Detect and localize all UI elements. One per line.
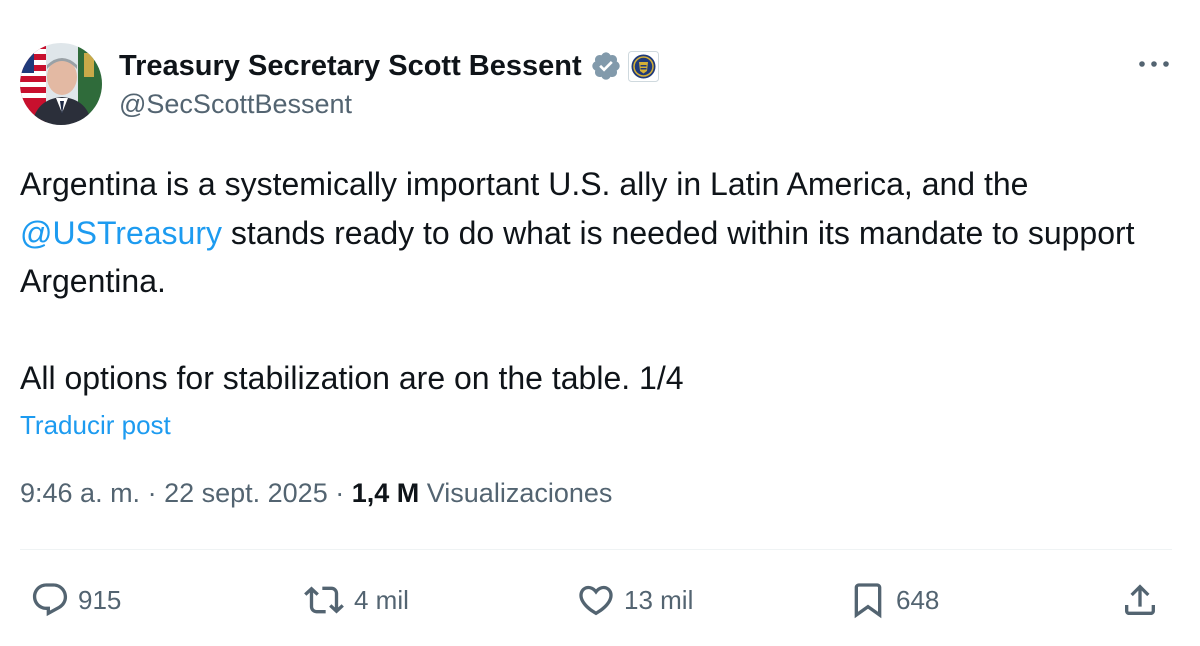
bookmark-button[interactable]: 648: [848, 578, 939, 622]
post-paragraph-1: Argentina is a systemically important U.…: [20, 160, 1180, 306]
bookmark-icon: [848, 580, 888, 620]
share-icon: [1120, 580, 1160, 620]
treasury-seal-icon[interactable]: [627, 50, 659, 82]
post-paragraph-2: All options for stabilization are on the…: [20, 360, 684, 396]
post-text: Argentina is a systemically important U.…: [20, 160, 1180, 403]
author-handle[interactable]: @SecScottBessent: [119, 89, 352, 120]
views-label: Visualizaciones: [426, 478, 613, 508]
reply-icon: [30, 580, 70, 620]
bookmark-count: 648: [896, 584, 940, 615]
more-dots-icon[interactable]: [1136, 50, 1172, 78]
mention-link[interactable]: @USTreasury: [20, 215, 222, 251]
divider: [20, 549, 1172, 550]
like-count: 13 mil: [624, 584, 694, 615]
share-button[interactable]: [1120, 578, 1160, 622]
meta-separator: ·: [327, 478, 352, 508]
post-meta: 9:46 a. m. · 22 sept. 2025 · 1,4 M Visua…: [20, 478, 612, 509]
reply-count: 915: [78, 584, 122, 615]
author-display-name[interactable]: Treasury Secretary Scott Bessent: [119, 50, 582, 83]
post-date[interactable]: 22 sept. 2025: [164, 478, 328, 508]
meta-separator: ·: [140, 478, 165, 508]
verified-badge-icon[interactable]: [590, 50, 622, 82]
views-count: 1,4 M: [351, 478, 420, 508]
tweet: Treasury Secretary Scott Bessent @SecSco…: [0, 0, 1200, 646]
avatar[interactable]: [20, 43, 102, 125]
repost-count: 4 mil: [354, 584, 409, 615]
heart-icon: [576, 580, 616, 620]
translate-post-link[interactable]: Traducir post: [20, 410, 171, 441]
post-time[interactable]: 9:46 a. m.: [20, 478, 140, 508]
author-name-row: Treasury Secretary Scott Bessent: [119, 46, 659, 86]
post-text-part-1: Argentina is a systemically important U.…: [20, 166, 1029, 202]
like-button[interactable]: 13 mil: [576, 578, 693, 622]
repost-button[interactable]: 4 mil: [302, 578, 409, 622]
reply-button[interactable]: 915: [30, 578, 121, 622]
repost-icon: [302, 580, 346, 620]
